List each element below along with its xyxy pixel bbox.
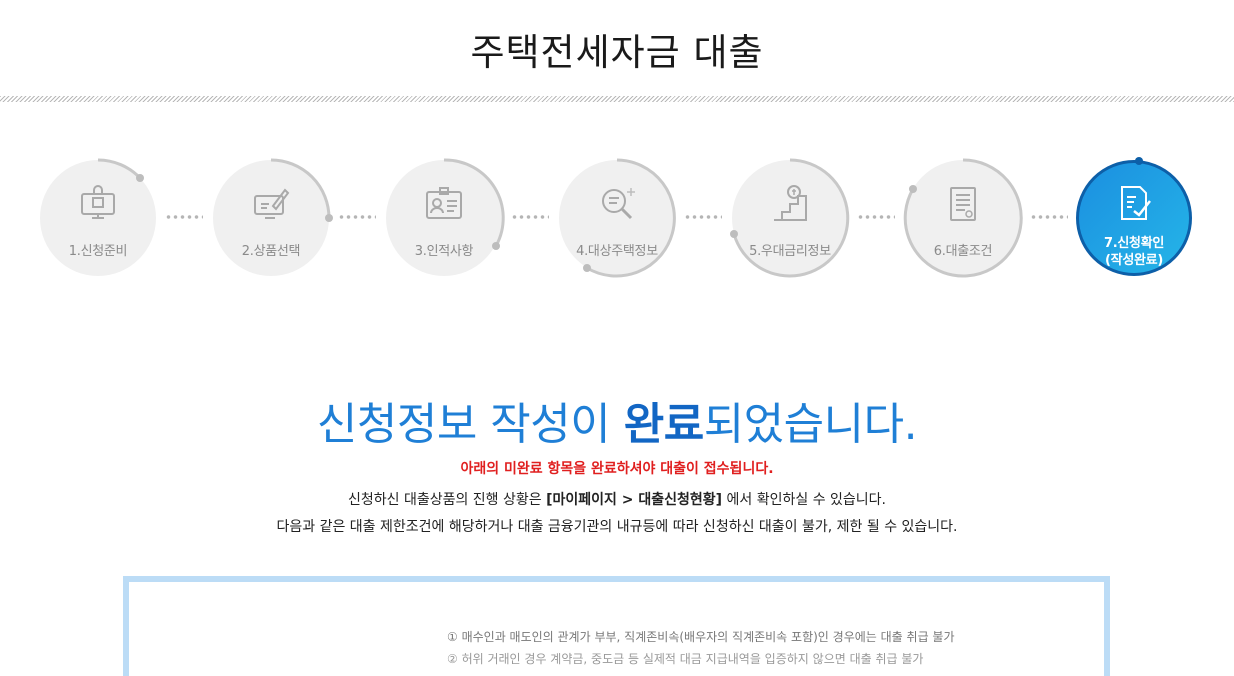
step-5-preferential-rate[interactable]: 5.우대금리정보 xyxy=(730,158,850,278)
headline-post: 되었습니다. xyxy=(703,399,918,450)
info-pre: 신청하신 대출상품의 진행 상황은 xyxy=(347,492,547,508)
checklist-icon xyxy=(1121,186,1151,220)
step-label: 5.우대금리정보 xyxy=(749,244,831,259)
step-label: 3.인적사항 xyxy=(414,244,474,259)
incomplete-notice: 아래의 미완료 항목을 완료하셔야 대출이 접수됩니다. xyxy=(460,461,774,477)
step-7-confirm[interactable]: 7.신청확인 (작성완료) xyxy=(1076,157,1192,276)
step-label: 6.대출조건 xyxy=(933,244,993,259)
step-label-active: 7.신청확인 (작성완료) xyxy=(1079,235,1189,269)
step-label-line2: (작성완료) xyxy=(1105,253,1163,268)
progress-info: 신청하신 대출상품의 진행 상황은 [마이페이지 > 대출신청현황] 에서 확인… xyxy=(0,489,1234,509)
step-label: 4.대상주택정보 xyxy=(576,244,658,259)
condition-item: ① 매수인과 매도인의 관계가 부부, 직계존비속(배우자의 직계존비속 포함)… xyxy=(447,630,955,644)
page-title: 주택전세자금 대출 xyxy=(470,31,764,74)
step-2-product[interactable]: 2.상품선택 xyxy=(213,158,333,276)
step-label-line1: 7.신청확인 xyxy=(1103,236,1165,251)
conditions-box: ① 매수인과 매도인의 관계가 부부, 직계존비속(배우자의 직계존비속 포함)… xyxy=(123,576,1110,676)
step-connector xyxy=(684,215,722,219)
restriction-info: 다음과 같은 대출 제한조건에 해당하거나 대출 금융기관의 내규등에 따라 신… xyxy=(276,519,958,535)
step-3-personal-info[interactable]: 3.인적사항 xyxy=(386,158,505,276)
page-header: 주택전세자금 대출 xyxy=(0,0,1234,102)
stairs-coin-icon xyxy=(774,185,807,221)
step-active-knob xyxy=(1135,157,1143,165)
step-connector xyxy=(857,215,895,219)
step-connector xyxy=(338,215,376,219)
headline-pre: 신청정보 작성이 xyxy=(316,399,624,450)
step-6-loan-terms[interactable]: 6.대출조건 xyxy=(903,158,1023,278)
mypage-link-text: [마이페이지 > 대출신청현황] xyxy=(546,492,723,508)
header-divider xyxy=(0,96,1234,102)
document-icon xyxy=(950,187,976,221)
step-label: 2.상품선택 xyxy=(241,244,301,259)
step-connector xyxy=(511,215,549,219)
info-post: 에서 확인하실 수 있습니다. xyxy=(722,492,887,508)
step-connector xyxy=(1030,215,1068,219)
magnifier-icon xyxy=(602,188,635,220)
step-connector xyxy=(165,215,203,219)
step-label: 1.신청준비 xyxy=(68,244,128,259)
id-card-icon xyxy=(426,187,462,219)
monitor-pen-icon xyxy=(254,188,290,219)
step-1-prepare[interactable]: 1.신청준비 xyxy=(40,158,156,276)
step-4-target-house[interactable]: 4.대상주택정보 xyxy=(559,158,676,278)
monitor-lock-icon xyxy=(81,185,115,219)
completion-headline: 신청정보 작성이 완료되었습니다. xyxy=(0,388,1234,452)
headline-bold: 완료 xyxy=(623,399,704,450)
